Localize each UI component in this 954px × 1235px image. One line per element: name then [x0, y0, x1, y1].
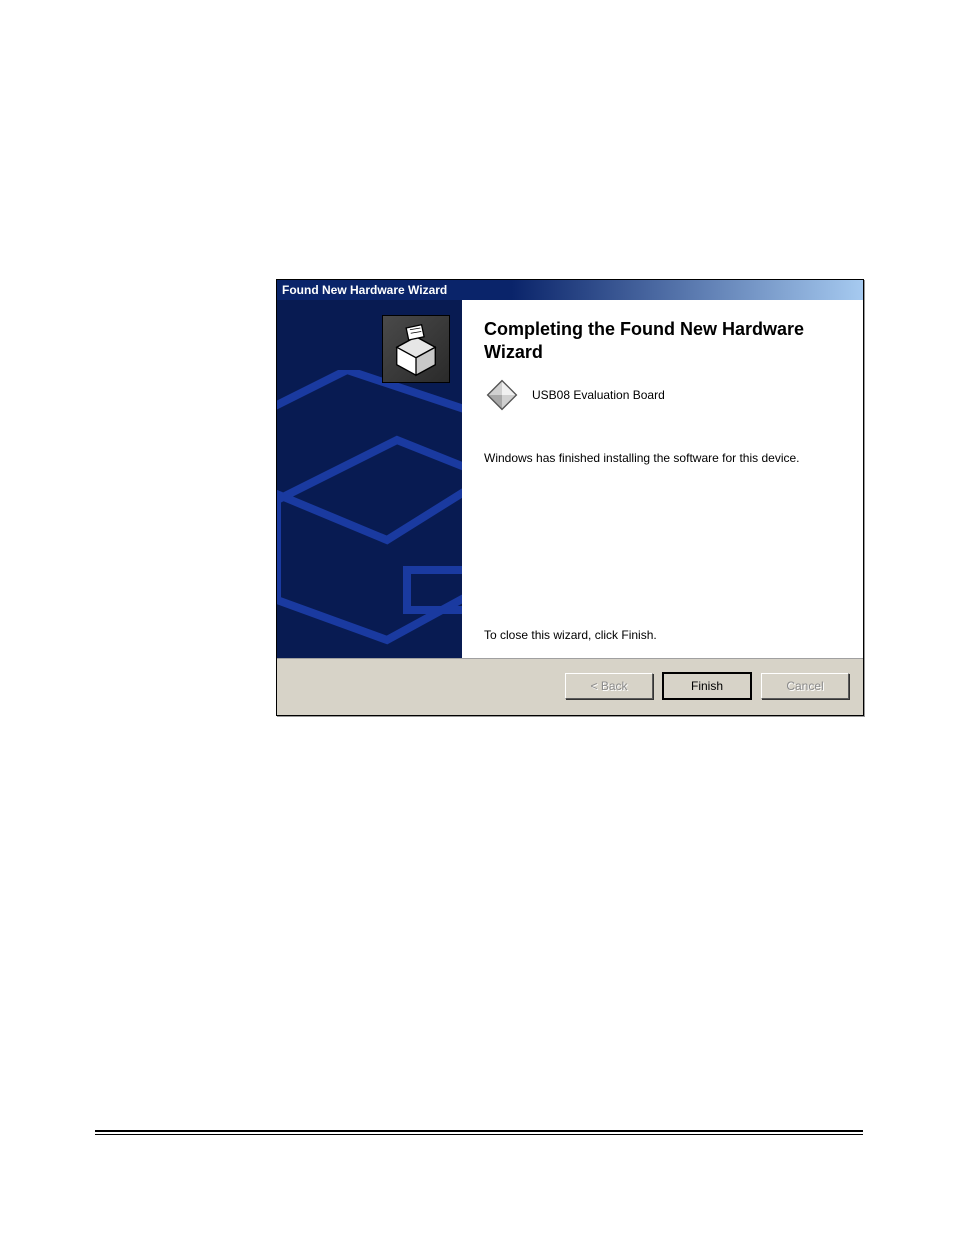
cancel-button: Cancel	[761, 673, 849, 699]
close-hint: To close this wizard, click Finish.	[484, 628, 845, 642]
back-button: < Back	[565, 673, 653, 699]
finish-button[interactable]: Finish	[663, 673, 751, 699]
diamond-icon	[484, 377, 520, 413]
page-divider	[95, 1130, 863, 1132]
titlebar[interactable]: Found New Hardware Wizard	[277, 280, 863, 300]
titlebar-text: Found New Hardware Wizard	[282, 283, 447, 297]
found-new-hardware-wizard-dialog: Found New Hardware Wizard	[276, 279, 864, 716]
wizard-body-text: Windows has finished installing the soft…	[484, 451, 845, 465]
page-divider-thin	[95, 1134, 863, 1135]
button-row: < Back Finish Cancel	[277, 659, 863, 715]
wizard-content: Completing the Found New Hardware Wizard…	[462, 300, 863, 658]
wizard-sidebar	[277, 300, 462, 658]
dialog-body: Completing the Found New Hardware Wizard…	[277, 300, 863, 659]
install-box-icon	[382, 315, 450, 383]
device-name: USB08 Evaluation Board	[532, 388, 665, 402]
sidebar-bg-art	[277, 370, 462, 658]
wizard-heading: Completing the Found New Hardware Wizard	[484, 318, 845, 363]
device-row: USB08 Evaluation Board	[484, 377, 845, 413]
